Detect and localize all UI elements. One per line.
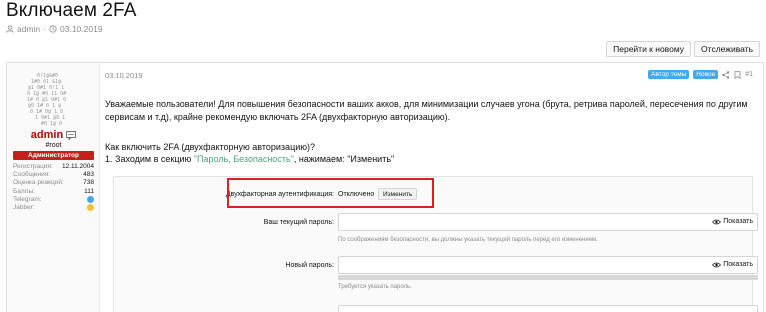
share-icon[interactable] [722, 70, 730, 79]
stat-row: Баллы: 111 [13, 187, 94, 195]
stat-row: Оценка реакций: 738 [13, 179, 94, 187]
post-date[interactable]: 03.10.2019 [105, 71, 143, 80]
stat-row: Telegram: [13, 195, 94, 203]
stat-row: Сообщения: 483 [13, 170, 94, 178]
new-password-label: Новый пароль: [285, 262, 334, 269]
user-stats: Регистрация: 12.11.2004 Сообщения: 483 Оце… [13, 162, 94, 212]
bookmark-icon[interactable] [734, 70, 741, 79]
eye-icon [712, 262, 722, 267]
show-password-button[interactable]: Показать [712, 261, 753, 268]
post-step1: 1. Заходим в секцию "Пароль, Безопасност… [105, 154, 395, 164]
post-paragraph: Уважаемые пользователи! Для повышения бе… [105, 99, 748, 122]
thread-author[interactable]: admin [17, 24, 40, 34]
avatar[interactable]: 0!1@&#0 1#0 01 &1@ @1 0#1 0!1 1 0 1@ #0 … [23, 69, 85, 131]
post-question: Как включить 2FA (двухфакторную авториза… [105, 142, 315, 152]
clock-icon [49, 25, 57, 33]
post-message: 03.10.2019 Автор темы Новое #1 Уважаемые… [100, 63, 763, 312]
lightbulb-icon[interactable] [87, 204, 94, 212]
username[interactable]: admin [7, 129, 100, 141]
telegram-icon[interactable] [87, 195, 94, 203]
current-password-label: Ваш текущий пароль: [263, 219, 334, 226]
user-sidebar: 0!1@&#0 1#0 01 &1@ @1 0#1 0!1 1 0 1@ #0 … [7, 63, 100, 312]
user-handle: #root [45, 142, 62, 149]
thread-date[interactable]: 03.10.2019 [60, 24, 103, 34]
confirm-password-input[interactable] [338, 305, 758, 312]
show-password-button[interactable]: Показать [712, 218, 753, 225]
highlight-box [227, 178, 434, 208]
stat-row: Регистрация: 12.11.2004 [13, 162, 94, 170]
current-password-input[interactable]: Показать [338, 213, 758, 231]
settings-screenshot-panel: Двухфакторная аутентификация: Отключено … [113, 176, 758, 312]
role-badge: Администратор [13, 151, 94, 160]
thread-meta: admin · 03.10.2019 [6, 24, 103, 34]
new-badge: Новое [693, 70, 719, 79]
go-to-new-button[interactable]: Перейти к новому [606, 41, 692, 57]
post-container: 0!1@&#0 1#0 01 &1@ @1 0#1 0!1 1 0 1@ #0 … [6, 62, 764, 312]
stat-row: Jabber: [13, 203, 94, 212]
eye-icon [712, 219, 722, 224]
thread-title: Включаем 2FA [6, 0, 137, 21]
current-password-hint: По соображениям безопасности, вы должны … [338, 237, 598, 243]
new-password-hint: Требуется указать пароль. [338, 284, 412, 290]
post-tools: Автор темы Новое #1 [648, 70, 753, 79]
thread-actions: Перейти к новому Отслеживать [606, 41, 760, 57]
message-icon[interactable] [66, 130, 77, 140]
password-strength-bar [338, 275, 758, 280]
user-icon [6, 25, 14, 33]
new-password-input[interactable]: Показать [338, 256, 758, 274]
security-section-link[interactable]: "Пароль, Безопасность" [194, 154, 294, 164]
author-badge: Автор темы [648, 70, 690, 79]
post-number[interactable]: #1 [745, 71, 753, 78]
watch-button[interactable]: Отслеживать [694, 41, 760, 57]
svg-text:#0 1@ 0: #0 1@ 0 [41, 121, 62, 127]
